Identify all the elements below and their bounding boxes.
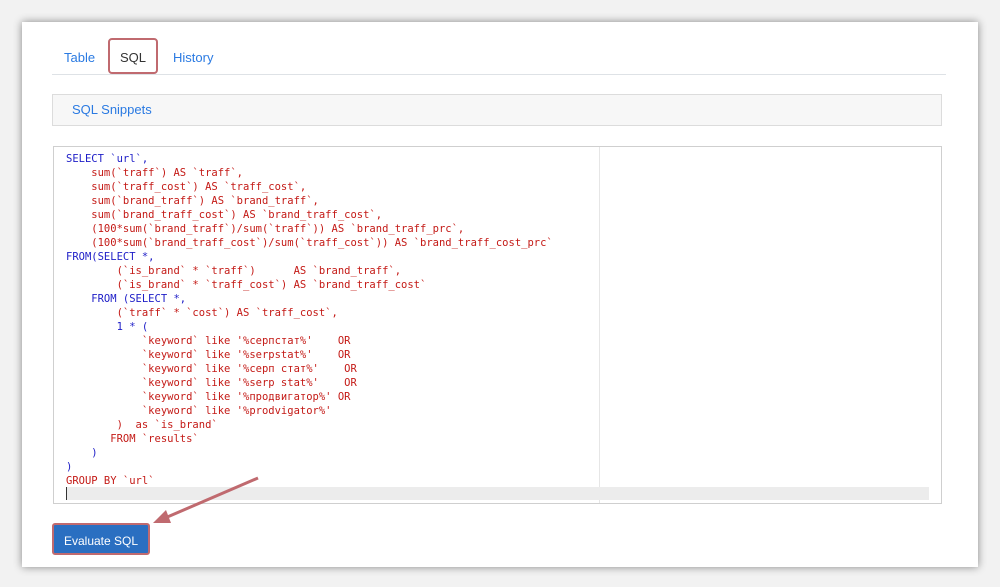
annotation-arrow-icon — [153, 476, 259, 523]
screenshot-canvas: Table SQL History SQL Snippets SELECT `u… — [0, 0, 1000, 587]
